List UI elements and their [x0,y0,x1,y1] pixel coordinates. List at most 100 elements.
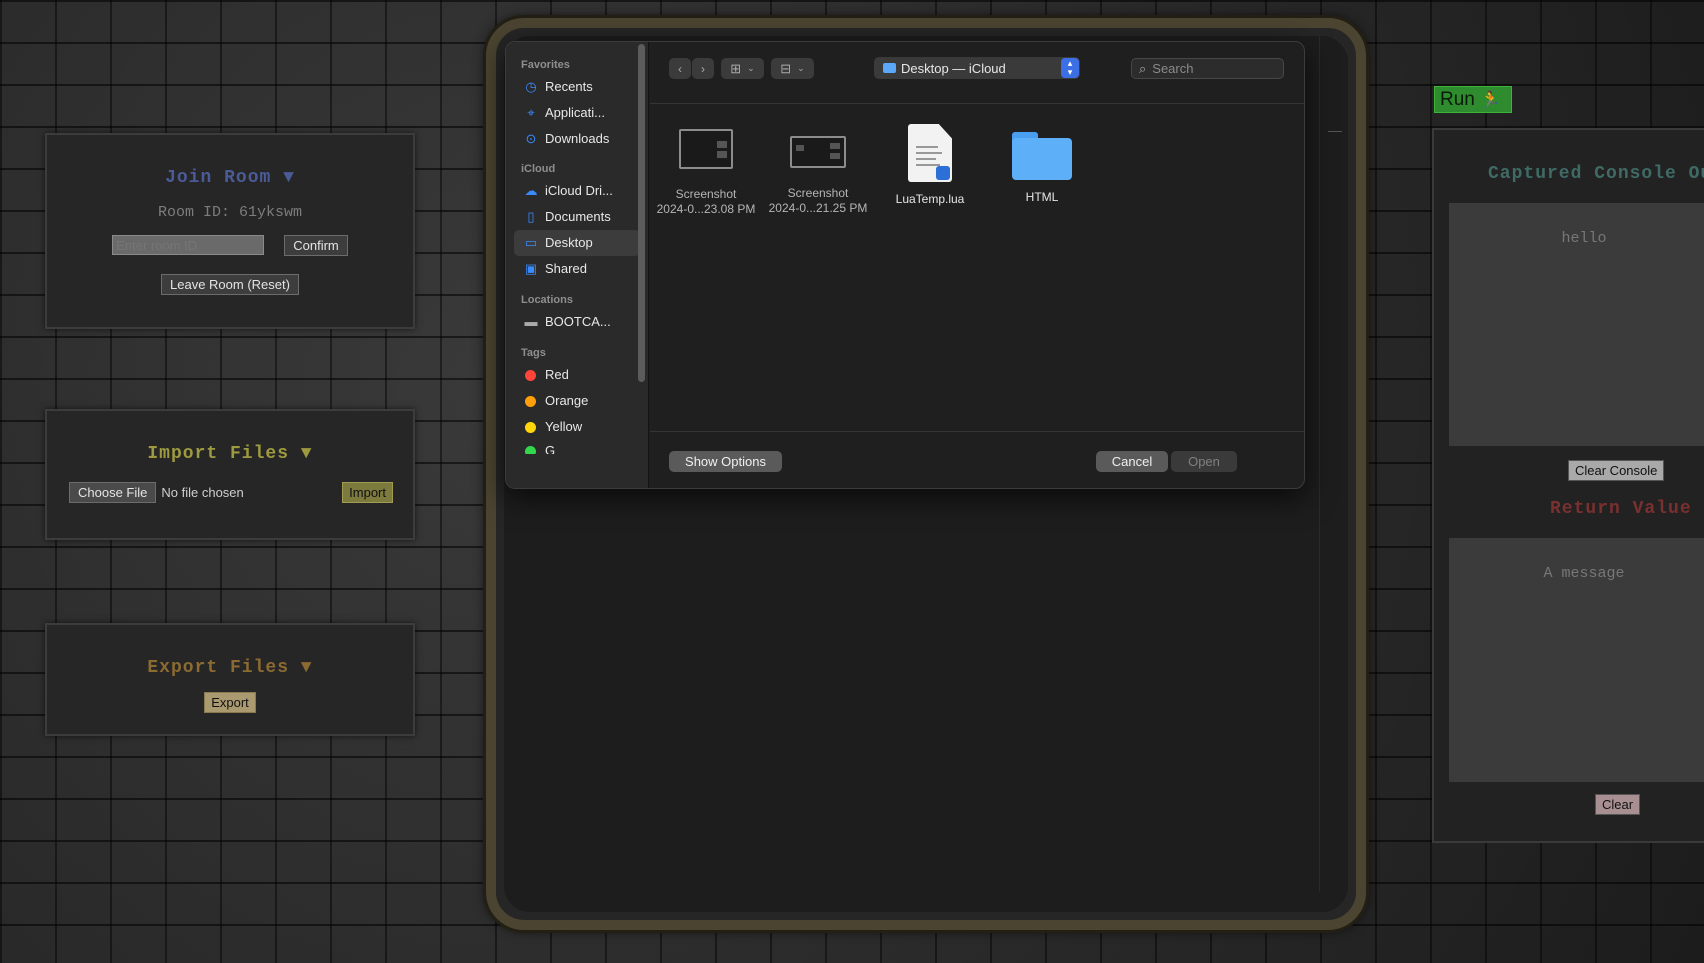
chevron-down-icon: ⌄ [747,63,755,73]
file-name: LuaTemp.lua [895,192,965,206]
export-button[interactable]: Export [204,692,256,713]
back-button[interactable]: ‹ [669,58,691,79]
show-options-button[interactable]: Show Options [669,451,782,472]
desktop-icon: ▭ [524,235,538,250]
sidebar-item-tag-yellow[interactable]: Yellow [514,414,640,440]
chevron-left-icon: ‹ [678,61,682,76]
sidebar-item-label: Shared [545,261,587,276]
console-title: Captured Console Ou [1488,164,1704,184]
file-item[interactable]: Screenshot 2024-0...23.08 PM [650,124,762,217]
sidebar-item-label: Red [545,367,569,382]
sidebar-item-desktop[interactable]: ▭ Desktop [514,230,640,256]
sidebar-item-label: Downloads [545,131,610,146]
return-value-output[interactable]: A message [1449,538,1704,782]
running-figure-icon: 🏃 [1480,91,1501,109]
group-icon: ⊟ [780,60,792,76]
search-field[interactable]: ⌕ Search [1131,58,1284,79]
join-room-title[interactable]: Join Room ▼ [47,168,413,188]
sidebar-item-recents[interactable]: ◷ Recents [514,74,640,100]
clock-icon: ◷ [525,79,537,94]
sidebar-item-tag-red[interactable]: Red [514,362,640,388]
cancel-button[interactable]: Cancel [1096,451,1168,472]
sidebar-scrollbar[interactable] [638,44,645,382]
file-name: Screenshot [675,187,737,201]
sidebar-item-bootcamp[interactable]: ▬ BOOTCA... [514,309,640,335]
import-files-panel: Import Files ▼ Choose File No file chose… [45,409,415,540]
return-value-text: A message [1543,565,1625,582]
file-date: 2024-0...21.25 PM [768,201,868,215]
search-placeholder: Search [1152,61,1194,76]
file-item[interactable]: LuaTemp.lua [874,124,986,207]
console-output[interactable]: hello [1449,203,1704,446]
scroll-indicator [1328,131,1342,132]
sidebar-item-tag-green[interactable]: G [514,440,640,454]
file-status: No file chosen [161,485,244,500]
run-label: Run [1440,88,1475,110]
dialog-bottom-bar: Show Options Cancel Open [650,431,1304,488]
sidebar-item-documents[interactable]: ▯ Documents [514,204,640,230]
sidebar-item-label: Orange [545,393,589,408]
sidebar-item-downloads[interactable]: ⊙ Downloads [514,126,640,152]
export-files-title[interactable]: Export Files ▼ [47,658,413,678]
chevron-right-icon: › [701,61,705,76]
locations-heading: Locations [521,294,573,306]
shared-folder-icon: ▣ [524,261,538,276]
search-icon: ⌕ [1139,60,1147,76]
sidebar-item-label: Yellow [545,419,583,434]
applications-icon: ⌖ [527,105,535,120]
download-icon: ⊙ [525,131,537,146]
room-id-input[interactable] [112,235,265,255]
file-date: 2024-0...23.08 PM [656,202,756,216]
clear-console-button[interactable]: Clear Console [1568,460,1665,481]
lua-file-icon [908,124,952,182]
orange-tag-icon [525,395,536,407]
forward-button[interactable]: › [692,58,714,79]
sidebar-item-label: iCloud Dri... [545,183,613,198]
disk-icon: ▬ [524,314,538,329]
confirm-button[interactable]: Confirm [284,235,348,256]
up-down-arrows-icon: ▴ ▾ [1061,58,1079,78]
file-open-dialog: Favorites ◷ Recents ⌖ Applicati... ⊙ Dow… [505,41,1305,489]
green-tag-icon [525,446,536,454]
sidebar-item-icloud-drive[interactable]: ☁ iCloud Dri... [514,178,640,204]
export-files-panel: Export Files ▼ Export [45,623,415,736]
yellow-tag-icon [525,421,536,433]
favorites-heading: Favorites [521,59,570,71]
sidebar-item-label: BOOTCA... [545,314,611,329]
run-button[interactable]: Run 🏃 [1434,86,1512,113]
chevron-down-icon: ⌄ [797,63,805,73]
sidebar-item-label: Recents [545,79,593,94]
console-output-text: hello [1561,230,1607,247]
file-item[interactable]: Screenshot 2024-0...21.25 PM [762,124,874,216]
sidebar-item-label: Applicati... [545,105,605,120]
sidebar-item-tag-orange[interactable]: Orange [514,388,640,414]
document-icon: ▯ [527,209,535,224]
join-room-panel: Join Room ▼ Room ID: 61ykswm Confirm Lea… [45,133,415,329]
screenshot-icon [790,136,846,168]
tags-heading: Tags [521,347,546,359]
leave-room-button[interactable]: Leave Room (Reset) [161,274,299,295]
return-value-title: Return Value [1550,499,1692,519]
sidebar-item-label: Desktop [545,235,593,250]
folder-icon [1012,132,1072,180]
folder-icon [883,63,896,73]
screen-divider [1319,36,1320,892]
icloud-heading: iCloud [521,163,556,175]
import-files-title[interactable]: Import Files ▼ [47,444,413,464]
room-id-label: Room ID: 61ykswm [157,204,303,221]
file-item[interactable]: HTML [986,124,1098,205]
dialog-toolbar: ‹ › ⊞ ⌄ ⊟ ⌄ Desktop — iCloud ▴ ▾ ⌕ Search [650,42,1304,104]
sidebar-item-shared[interactable]: ▣ Shared [514,256,640,282]
sidebar-item-label: Documents [545,209,611,224]
open-button[interactable]: Open [1171,451,1237,472]
sidebar-item-applications[interactable]: ⌖ Applicati... [514,100,640,126]
view-mode-button[interactable]: ⊞ ⌄ [721,58,764,79]
clear-button[interactable]: Clear [1595,794,1641,815]
location-label: Desktop — iCloud [901,60,1006,76]
screenshot-icon [679,129,733,169]
choose-file-button[interactable]: Choose File [69,482,157,503]
location-popup[interactable]: Desktop — iCloud ▴ ▾ [874,57,1080,79]
file-name: Screenshot [787,186,849,200]
group-by-button[interactable]: ⊟ ⌄ [771,58,814,79]
import-button[interactable]: Import [342,482,393,503]
